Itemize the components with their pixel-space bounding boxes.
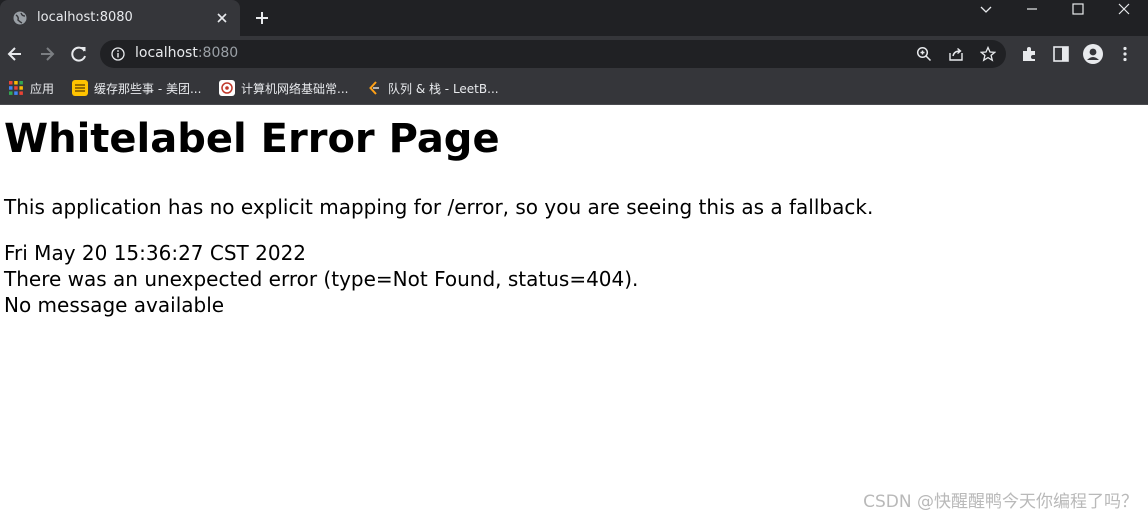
forward-arrow-icon[interactable] — [37, 44, 57, 64]
bookmark-label: 缓存那些事 - 美团... — [94, 82, 202, 96]
watermark-text: CSDN @快醒醒鸭今天你编程了吗？ — [863, 492, 1138, 512]
browser-title-bar: localhost:8080 — [0, 0, 1148, 36]
url-port: :8080 — [197, 45, 239, 61]
bookmark-leetcode[interactable]: 队列 & 栈 - LeetB... — [366, 78, 506, 98]
leetcode-icon — [369, 81, 379, 95]
error-intro-text: This application has no explicit mapping… — [4, 195, 874, 219]
browser-toolbar: localhost:8080 — [0, 36, 1148, 72]
meituan-icon — [72, 80, 88, 96]
apps-grid-icon — [9, 81, 23, 95]
reload-icon[interactable] — [69, 44, 89, 64]
error-details: Fri May 20 15:36:27 CST 2022 There was a… — [4, 240, 638, 318]
site-info-icon[interactable] — [111, 47, 125, 61]
page-title: Whitelabel Error Page — [4, 116, 500, 162]
error-message: No message available — [4, 293, 225, 317]
extensions-puzzle-icon[interactable] — [1020, 45, 1038, 63]
bookmark-network-basics[interactable]: 计算机网络基础常... — [219, 78, 354, 98]
bookmarks-bar: 应用 缓存那些事 - 美团... 计算机网络基础常... 队列 & 栈 - Le… — [0, 72, 1148, 105]
site-icon — [219, 80, 235, 96]
close-window-icon[interactable] — [1101, 0, 1147, 30]
url-text: localhost:8080 — [135, 45, 238, 61]
zoom-icon[interactable] — [916, 46, 932, 62]
back-arrow-icon[interactable] — [5, 44, 25, 64]
bookmark-star-icon[interactable] — [980, 46, 996, 62]
close-tab-icon[interactable] — [214, 10, 230, 26]
error-type-status: There was an unexpected error (type=Not … — [4, 267, 639, 291]
profile-avatar-icon[interactable] — [1083, 44, 1103, 64]
tab-title: localhost:8080 — [37, 10, 133, 25]
page-content: Whitelabel Error Page This application h… — [0, 105, 1148, 520]
side-panel-icon[interactable] — [1052, 45, 1070, 63]
share-icon[interactable] — [948, 46, 964, 62]
address-bar[interactable]: localhost:8080 — [100, 40, 1006, 68]
error-timestamp: Fri May 20 15:36:27 CST 2022 — [4, 241, 307, 265]
bookmark-label: 队列 & 栈 - LeetB... — [388, 82, 499, 96]
globe-icon — [13, 11, 27, 25]
url-host: localhost — [135, 45, 198, 61]
new-tab-plus-icon[interactable] — [254, 10, 270, 26]
bookmark-label: 应用 — [30, 82, 55, 96]
bookmark-meituan[interactable]: 缓存那些事 - 美团... — [72, 78, 207, 98]
minimize-window-icon[interactable] — [1009, 0, 1055, 30]
bookmark-apps[interactable]: 应用 — [8, 78, 58, 98]
tab-search-chevron-icon[interactable] — [963, 0, 1009, 30]
bookmark-label: 计算机网络基础常... — [241, 82, 349, 96]
browser-tab-active[interactable]: localhost:8080 — [0, 0, 240, 36]
menu-kebab-icon[interactable] — [1116, 45, 1134, 63]
maximize-window-icon[interactable] — [1055, 0, 1101, 30]
